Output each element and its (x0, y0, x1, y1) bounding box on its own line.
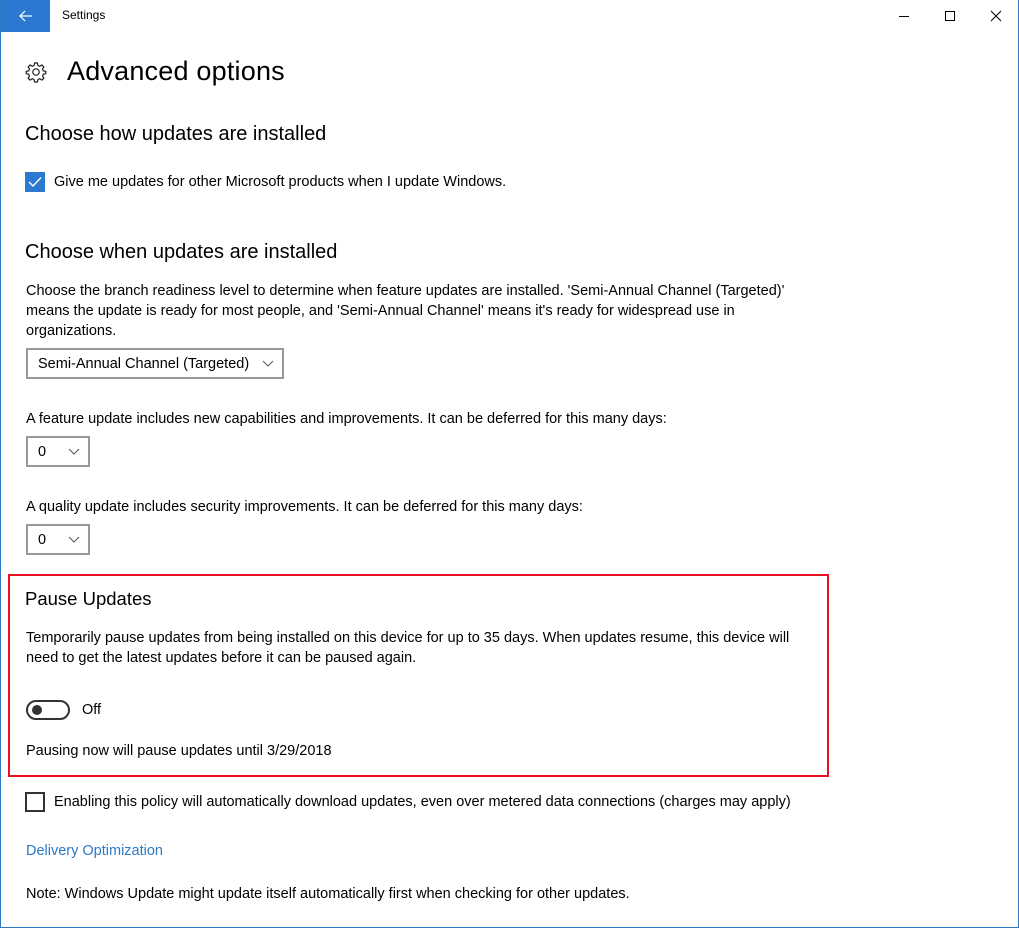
chevron-down-icon (262, 360, 274, 367)
branch-readiness-dropdown[interactable]: Semi-Annual Channel (Targeted) (26, 348, 284, 379)
quality-deferral-dropdown[interactable]: 0 (26, 524, 90, 555)
metered-checkbox[interactable] (25, 792, 45, 812)
delivery-optimization-link[interactable]: Delivery Optimization (26, 843, 163, 859)
toggle-knob (32, 705, 42, 715)
pause-until-note: Pausing now will pause updates until 3/2… (26, 743, 332, 759)
close-button[interactable] (973, 0, 1019, 32)
section-title-when: Choose when updates are installed (25, 241, 338, 263)
footer-note: Note: Windows Update might update itself… (26, 886, 630, 902)
title-bar: Settings (1, 0, 1018, 32)
minimize-button[interactable] (881, 0, 927, 32)
minimize-icon (899, 16, 909, 17)
other-products-checkbox[interactable] (25, 172, 45, 192)
branch-readiness-value: Semi-Annual Channel (Targeted) (38, 355, 250, 372)
settings-window: Settings Advanced options Choose how upd… (0, 0, 1019, 928)
pause-toggle-state: Off (82, 702, 102, 718)
section-title-pause: Pause Updates (25, 588, 152, 609)
feature-deferral-label: A feature update includes new capabiliti… (26, 411, 667, 427)
back-arrow-icon (18, 10, 32, 22)
other-products-checkbox-row[interactable]: Give me updates for other Microsoft prod… (25, 172, 506, 192)
chevron-down-icon (68, 536, 80, 543)
section-title-how: Choose how updates are installed (25, 123, 327, 145)
maximize-button[interactable] (927, 0, 973, 32)
metered-checkbox-row[interactable]: Enabling this policy will automatically … (25, 792, 791, 812)
quality-deferral-label: A quality update includes security impro… (26, 499, 583, 515)
branch-description: Choose the branch readiness level to det… (26, 283, 785, 339)
pause-description: Temporarily pause updates from being ins… (26, 630, 790, 666)
maximize-icon (945, 11, 955, 21)
quality-deferral-value: 0 (38, 531, 47, 548)
other-products-label: Give me updates for other Microsoft prod… (54, 174, 507, 190)
page-header: Advanced options (25, 56, 285, 87)
feature-deferral-dropdown[interactable]: 0 (26, 436, 90, 467)
back-button[interactable] (1, 0, 50, 32)
checkmark-icon (28, 177, 42, 188)
pause-updates-toggle[interactable] (26, 700, 70, 720)
pause-toggle-row[interactable]: Off (26, 700, 101, 720)
metered-label: Enabling this policy will automatically … (54, 794, 791, 810)
window-title: Settings (62, 8, 106, 22)
page-title: Advanced options (67, 56, 285, 86)
feature-deferral-value: 0 (38, 443, 47, 460)
chevron-down-icon (68, 448, 80, 455)
close-icon (990, 10, 1002, 22)
gear-icon (25, 61, 47, 83)
